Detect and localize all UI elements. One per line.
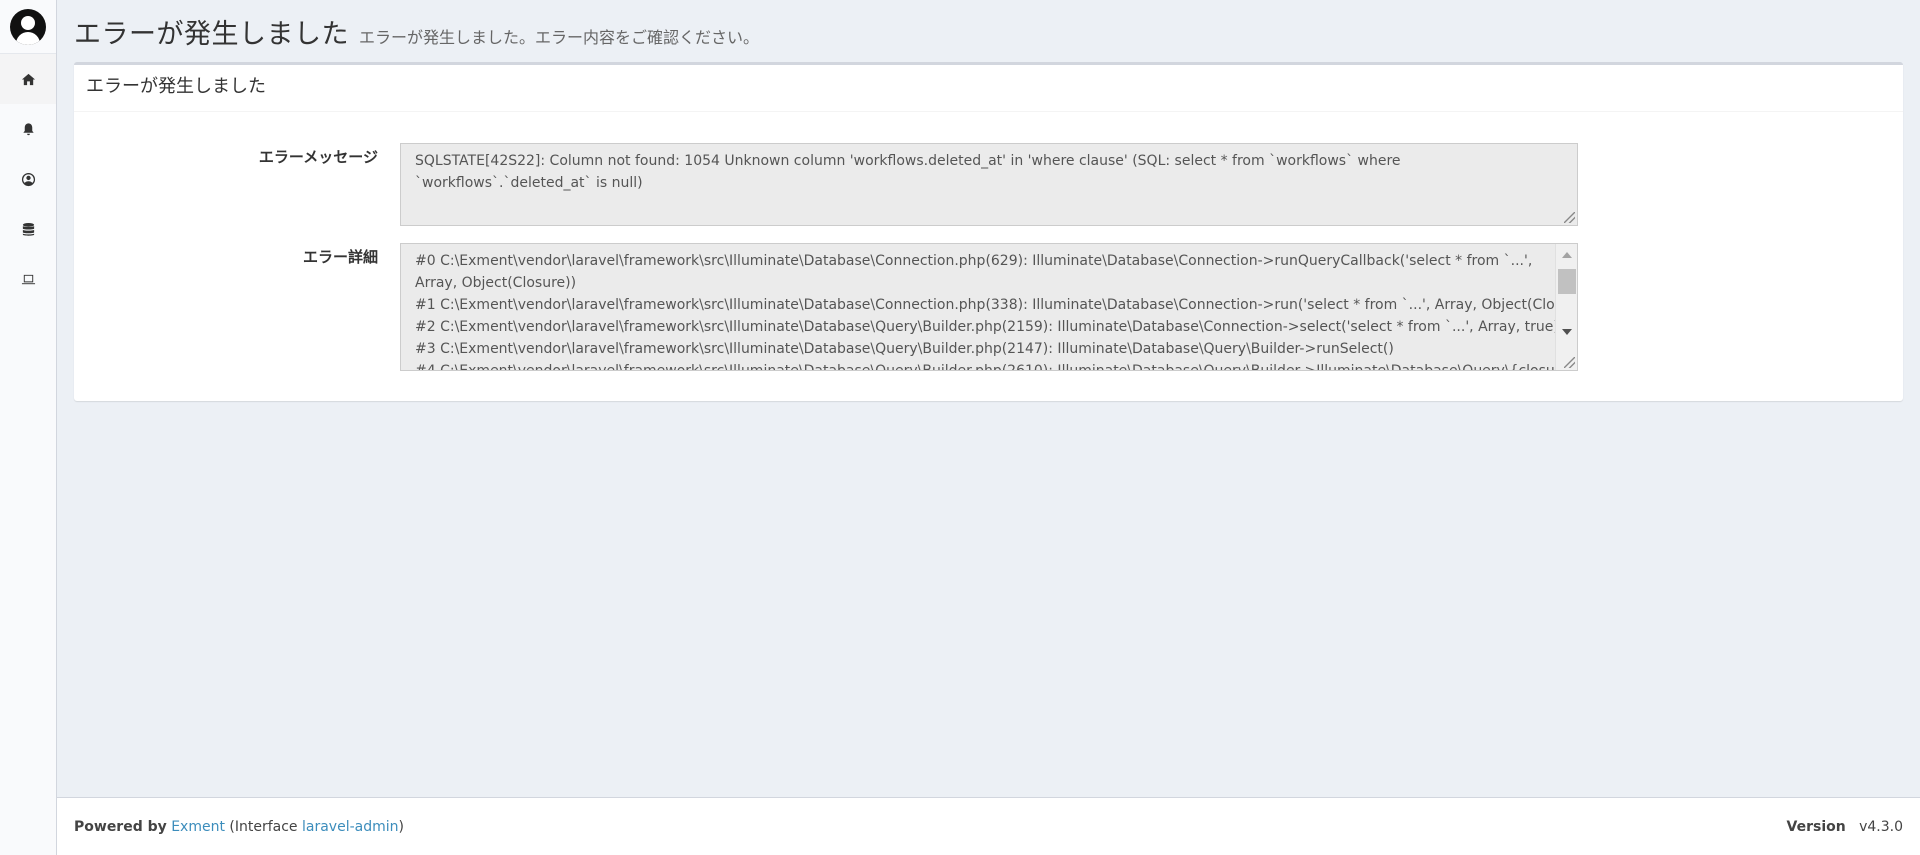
page-subtitle: エラーが発生しました。エラー内容をご確認ください。 [359,28,760,47]
page-title: エラーが発生しました [74,19,349,50]
interface-suffix: ) [398,818,404,835]
user-circle-icon [21,172,35,186]
main-content: エラーが発生しました エラーが発生しました。エラー内容をご確認ください。 エラー… [57,0,1920,797]
database-icon [22,222,34,236]
detail-line: #0 C:\Exment\vendor\laravel\framework\sr… [415,253,1533,291]
avatar-icon[interactable] [10,8,46,45]
interface-prefix: (Interface [229,818,298,835]
detail-line: #2 C:\Exment\vendor\laravel\framework\sr… [415,319,1559,335]
sidebar-item-notifications[interactable] [0,104,56,154]
version-value: v4.3.0 [1859,818,1903,835]
detail-line: #1 C:\Exment\vendor\laravel\framework\sr… [415,297,1578,313]
error-detail-field[interactable]: #0 C:\Exment\vendor\laravel\framework\sr… [400,243,1578,371]
laravel-admin-link[interactable]: laravel-admin [302,819,399,835]
error-message-text: SQLSTATE[42S22]: Column not found: 1054 … [415,153,1401,191]
sidebar [0,0,57,855]
scroll-down-icon[interactable] [1562,329,1572,335]
error-message-label: エラーメッセージ [258,148,378,166]
box-header: エラーが発生しました [74,65,1903,112]
resize-handle[interactable] [1564,357,1575,368]
sidebar-item-system[interactable] [0,254,56,304]
footer-credits: Powered by Exment (Interface laravel-adm… [74,819,404,835]
error-box: エラーが発生しました エラーメッセージ SQLSTATE[42S22]: Col… [74,62,1903,401]
exment-link[interactable]: Exment [171,819,225,835]
version-label: Version [1786,818,1846,835]
bell-icon [22,122,34,135]
footer-version: Version v4.3.0 [1787,819,1903,835]
sidebar-item-database[interactable] [0,204,56,254]
scrollbar[interactable] [1555,244,1577,370]
sidebar-item-home[interactable] [0,54,56,104]
footer: Powered by Exment (Interface laravel-adm… [57,797,1920,855]
box-title: エラーが発生しました [86,76,266,97]
detail-line: #3 C:\Exment\vendor\laravel\framework\sr… [415,341,1394,357]
laptop-icon [21,274,35,284]
user-menu[interactable] [0,0,56,54]
page-header: エラーが発生しました エラーが発生しました。エラー内容をご確認ください。 [74,12,759,51]
home-icon [21,73,35,85]
resize-handle[interactable] [1564,212,1575,223]
detail-line: #4 C:\Exment\vendor\laravel\framework\sr… [415,363,1578,371]
scroll-up-icon[interactable] [1562,252,1572,258]
error-detail-label: エラー詳細 [302,248,378,266]
sidebar-item-user-profile[interactable] [0,154,56,204]
scroll-thumb[interactable] [1558,269,1576,294]
powered-by-label: Powered by [74,818,167,835]
error-message-field[interactable]: SQLSTATE[42S22]: Column not found: 1054 … [400,143,1578,226]
